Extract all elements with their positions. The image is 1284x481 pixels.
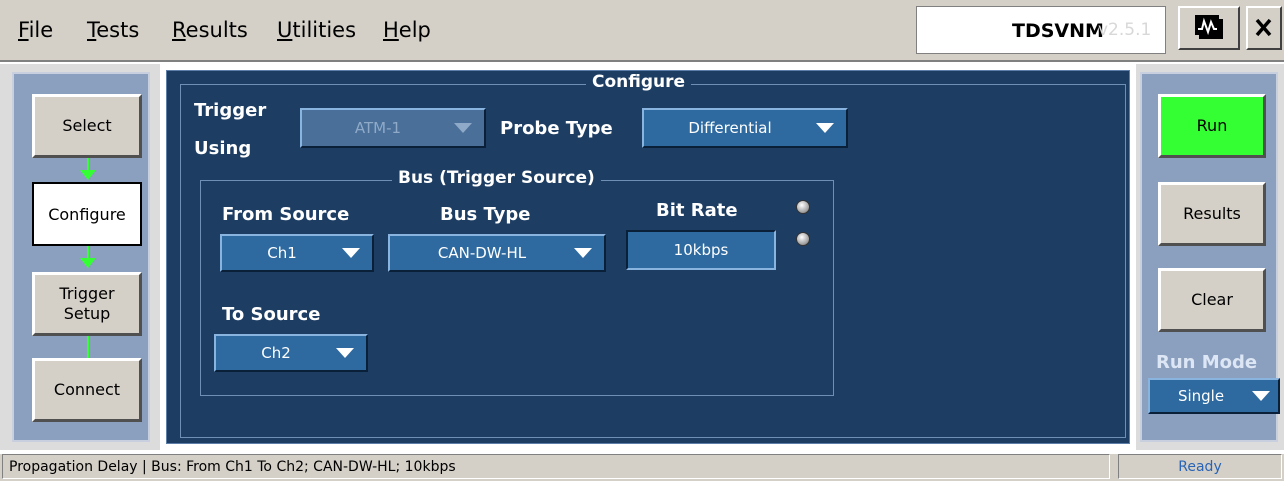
- trigger-using-dropdown: ATM-1: [300, 108, 486, 148]
- from-source-dropdown[interactable]: Ch1: [220, 234, 374, 272]
- nav-select-button[interactable]: Select: [32, 94, 142, 158]
- results-button[interactable]: Results: [1158, 182, 1266, 246]
- trigger-using-value: ATM-1: [354, 119, 402, 137]
- bit-rate-field[interactable]: 10kbps: [626, 230, 776, 270]
- nav-connect-button[interactable]: Connect: [32, 358, 142, 422]
- scope-view-button[interactable]: [1178, 6, 1240, 50]
- menu-tests[interactable]: Tests: [87, 18, 139, 42]
- probe-type-value: Differential: [688, 119, 772, 137]
- run-mode-label: Run Mode: [1156, 352, 1258, 373]
- run-mode-dropdown[interactable]: Single: [1148, 378, 1280, 414]
- down-arrow-icon: [80, 246, 96, 268]
- status-state: Ready: [1118, 454, 1282, 479]
- nav-configure-button[interactable]: Configure: [32, 182, 142, 246]
- to-source-dropdown[interactable]: Ch2: [214, 334, 368, 372]
- menu-utilities[interactable]: Utilities: [277, 18, 356, 42]
- trigger-setup-line2: Setup: [63, 304, 111, 323]
- trigger-using-label-line2: Using: [194, 138, 252, 159]
- trigger-setup-line1: Trigger: [59, 284, 115, 303]
- menu-help[interactable]: Help: [383, 18, 431, 42]
- probe-type-dropdown[interactable]: Differential: [642, 108, 848, 148]
- bit-rate-preset-radio[interactable]: [796, 200, 810, 214]
- bit-rate-label: Bit Rate: [656, 200, 738, 221]
- probe-type-label: Probe Type: [500, 118, 613, 139]
- bus-type-label: Bus Type: [440, 204, 531, 225]
- chevron-down-icon: [1252, 391, 1270, 401]
- app-title: TDSVNM: [1012, 20, 1104, 42]
- chevron-down-icon: [454, 123, 472, 133]
- bus-group-title: Bus (Trigger Source): [392, 168, 601, 188]
- nav-trigger-setup-button[interactable]: Trigger Setup: [32, 272, 142, 336]
- from-source-label: From Source: [222, 204, 350, 225]
- menu-results[interactable]: Results: [172, 18, 248, 42]
- chevron-down-icon: [342, 248, 360, 258]
- down-arrow-icon: [80, 158, 96, 180]
- bus-type-value: CAN-DW-HL: [437, 244, 527, 262]
- connector-line-icon: [87, 336, 89, 358]
- chevron-down-icon: [816, 123, 834, 133]
- bit-rate-custom-radio[interactable]: [796, 232, 810, 246]
- configure-title: Configure: [586, 72, 692, 92]
- run-button[interactable]: Run: [1158, 94, 1266, 158]
- trigger-using-label-line1: Trigger: [194, 100, 267, 121]
- close-icon: [1255, 18, 1272, 37]
- chevron-down-icon: [336, 348, 354, 358]
- from-source-value: Ch1: [267, 244, 297, 262]
- bus-type-dropdown[interactable]: CAN-DW-HL: [388, 234, 606, 272]
- chevron-down-icon: [574, 248, 592, 258]
- close-button[interactable]: [1246, 6, 1282, 50]
- run-mode-value: Single: [1177, 387, 1225, 405]
- app-version: v2.5.1: [1098, 20, 1152, 40]
- waveform-icon: [1195, 15, 1223, 39]
- to-source-value: Ch2: [261, 344, 291, 362]
- clear-button[interactable]: Clear: [1158, 268, 1266, 332]
- to-source-label: To Source: [222, 304, 321, 325]
- status-message: Propagation Delay | Bus: From Ch1 To Ch2…: [2, 454, 1110, 479]
- menu-file[interactable]: File: [18, 18, 53, 42]
